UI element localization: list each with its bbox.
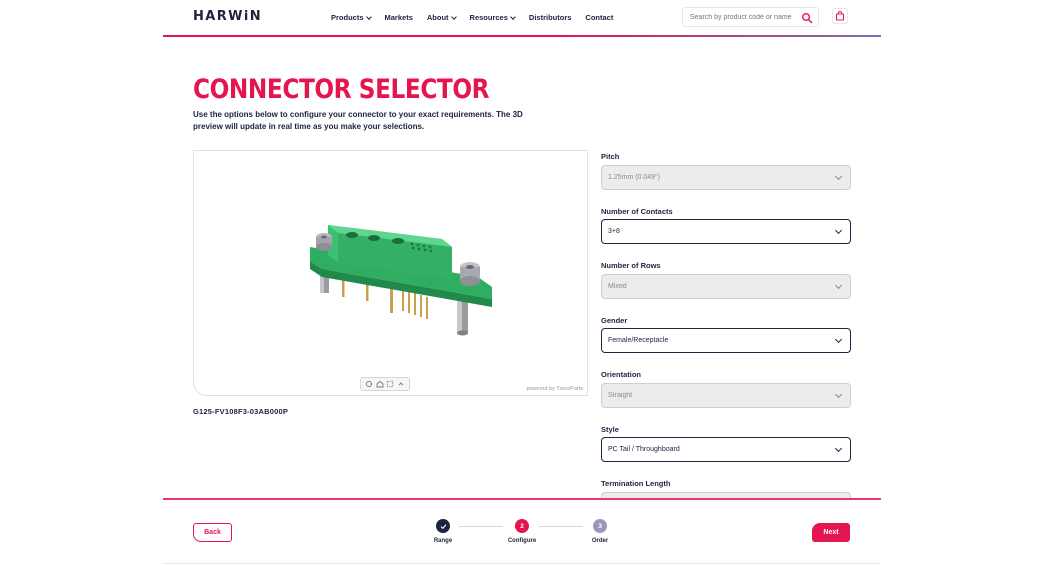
chevron-down-icon [834,172,843,181]
step-number: 2 [515,519,529,533]
bottom-divider [163,563,881,564]
connector-3d-model[interactable] [302,217,497,339]
fit-icon[interactable] [386,380,394,388]
chevron-down-icon [834,281,843,290]
step-number: 3 [593,519,607,533]
next-button[interactable]: Next [812,523,850,542]
nav-item-contact[interactable]: Contact [585,13,613,22]
shopping-bag-icon[interactable] [832,8,848,24]
style-label: Style [601,425,619,434]
number-of-contacts-label: Number of Contacts [601,207,673,216]
style-select[interactable]: PC Tail / Throughboard [601,437,851,462]
search-box [682,7,819,27]
chevron-down-icon [510,13,516,20]
home-icon[interactable] [376,380,384,388]
chevron-down-icon [450,13,457,20]
harwin-logo[interactable]: HARWiN [193,9,262,24]
pitch-select[interactable]: 1.25mm (0.049") [601,165,851,190]
footer-divider [163,498,881,500]
page: HARWiN Products Markets About Resources … [163,0,881,566]
search-icon[interactable] [801,12,813,24]
nav-item-label: Resources [469,13,508,22]
step-configure[interactable]: 2 Configure [502,519,542,544]
step-label: Configure [507,538,537,544]
nav-item-resources[interactable]: Resources [469,13,516,22]
header-divider [163,35,881,37]
style-value: PC Tail / Throughboard [608,446,680,453]
checkmark-glyph [440,523,446,529]
site-header: HARWiN Products Markets About Resources … [163,0,881,37]
rotate-glyph [366,380,373,388]
termination-length-label: Termination Length [601,479,671,488]
search-input[interactable] [690,11,800,24]
pitch-label: Pitch [601,152,620,161]
step-range[interactable]: Range [423,519,463,544]
page-intro: Use the options below to configure your … [193,110,523,131]
nav-item-label: Products [331,13,364,22]
nav-item-label: About [426,13,449,22]
nav-item-label: Contact [585,13,614,22]
page-title: CONNECTOR SELECTOR [193,74,490,105]
step-connector [459,526,503,527]
number-of-contacts-value: 3+8 [608,228,620,235]
chevron-down-icon [834,335,843,344]
number-of-rows-value: Mixed [608,283,627,290]
checkmark-icon [436,519,450,533]
pitch-value: 1.25mm (0.049") [608,174,660,181]
number-of-contacts-select[interactable]: 3+8 [601,219,851,244]
nav-item-products[interactable]: Products [331,13,372,22]
nav-item-about[interactable]: About [426,13,457,22]
shopping-bag-glyph [835,11,845,21]
gender-select[interactable]: Female/Receptacle [601,328,851,353]
expand-icon[interactable] [397,380,405,388]
step-connector [539,526,583,527]
nav-item-markets[interactable]: Markets [385,13,413,22]
back-button[interactable]: Back [193,523,232,542]
step-label: Range [433,538,453,544]
chevron-down-icon [834,226,843,235]
3d-preview-viewer[interactable]: powered by TraceParts [193,150,588,396]
chevron-down-icon [365,13,372,20]
fit-glyph [387,380,394,388]
viewer-toolbar [360,377,410,391]
rotate-icon[interactable] [365,380,373,388]
chevron-down-icon [834,444,843,453]
chevron-down-icon [834,390,843,399]
part-number: G125-FV108F3-03AB000P [193,407,289,416]
orientation-value: Straight [608,392,633,399]
nav-item-label: Distributors [528,13,572,22]
nav-item-label: Markets [384,13,413,22]
step-order[interactable]: 3 Order [580,519,620,544]
gender-label: Gender [601,316,628,325]
number-of-rows-label: Number of Rows [601,261,661,270]
step-label: Order [591,538,609,544]
orientation-label: Orientation [601,370,642,379]
home-glyph [376,380,384,388]
gender-value: Female/Receptacle [608,337,669,344]
orientation-select[interactable]: Straight [601,383,851,408]
main-nav: Products Markets About Resources Distrib… [331,13,613,22]
nav-item-distributors[interactable]: Distributors [529,13,572,22]
number-of-rows-select[interactable]: Mixed [601,274,851,299]
powered-by-label: powered by TraceParts [526,386,583,392]
expand-glyph [398,382,404,386]
